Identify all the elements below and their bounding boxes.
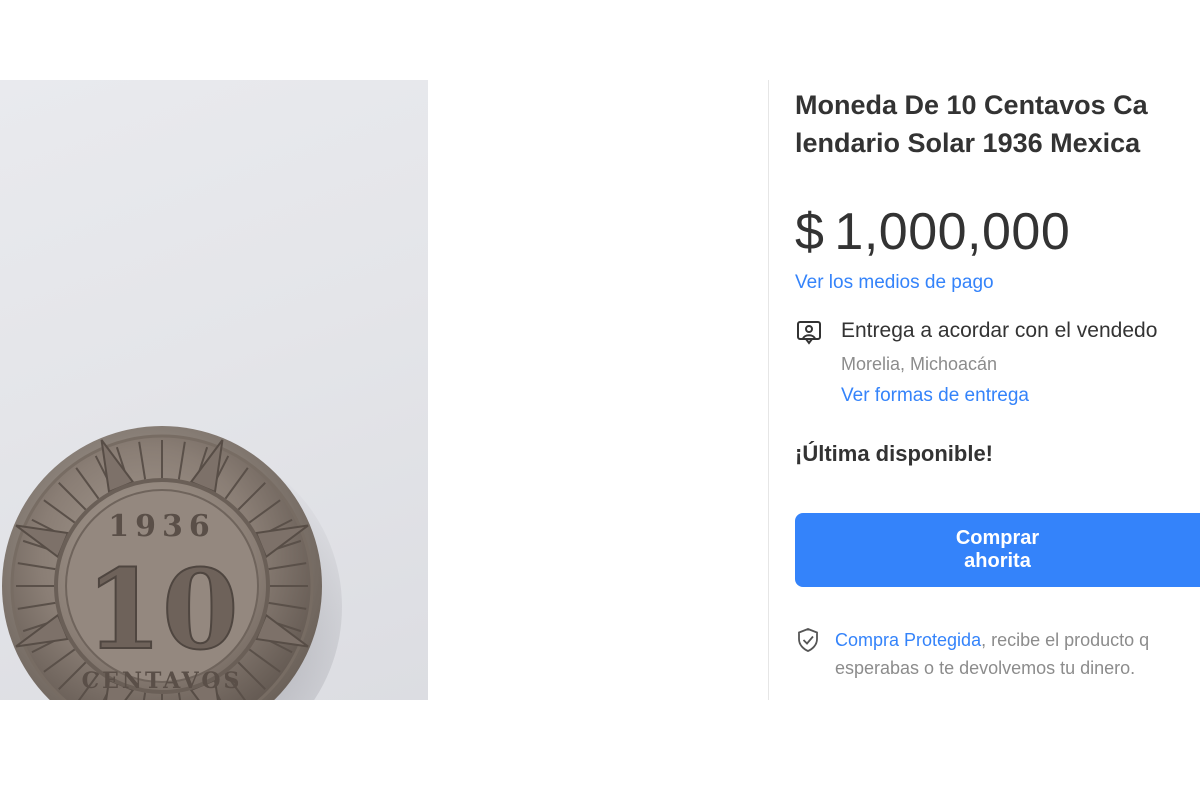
column-divider [768, 80, 769, 700]
seller-location: Morelia, Michoacán [841, 354, 998, 374]
coin-image: 1936 10 CENTAVOS [2, 426, 322, 700]
coin-word: CENTAVOS [82, 668, 243, 694]
coin-year: 1936 [108, 509, 216, 544]
delivery-method-text: Entrega a acordar con el vendedo [841, 319, 1158, 342]
delivery-options-link[interactable]: Ver formas de entrega [841, 384, 1029, 408]
purchase-protection-text: Compra Protegida, recibe el producto q e… [835, 626, 1149, 682]
product-photo[interactable]: 1936 10 CENTAVOS [0, 80, 428, 700]
product-title-line-1: Moneda De 10 Centavos Ca [795, 90, 1148, 120]
shield-check-icon [798, 628, 818, 652]
protection-text-2: esperabas o te devolvemos tu dinero. [835, 658, 1136, 678]
product-price: $1,000,000 [795, 202, 1070, 262]
product-title-line-2: lendario Solar 1936 Mexica [795, 128, 1141, 158]
buy-now-label: Comprar ahorita [955, 527, 1040, 572]
buy-now-button[interactable]: Comprar ahorita [795, 513, 1200, 587]
price-currency-symbol: $ [795, 203, 825, 261]
product-title: Moneda De 10 Centavos Ca lendario Solar … [795, 86, 1195, 162]
coin-value: 10 [85, 545, 238, 674]
payment-methods-link[interactable]: Ver los medios de pago [795, 271, 994, 295]
price-amount: 1,000,000 [834, 203, 1071, 261]
delivery-person-icon [797, 321, 821, 345]
protected-purchase-link[interactable]: Compra Protegida [835, 630, 981, 650]
stock-status: ¡Última disponible! [795, 441, 993, 466]
product-info-panel: Moneda De 10 Centavos Ca lendario Solar … [795, 80, 1200, 720]
protection-text-1: , recibe el producto q [981, 630, 1150, 650]
